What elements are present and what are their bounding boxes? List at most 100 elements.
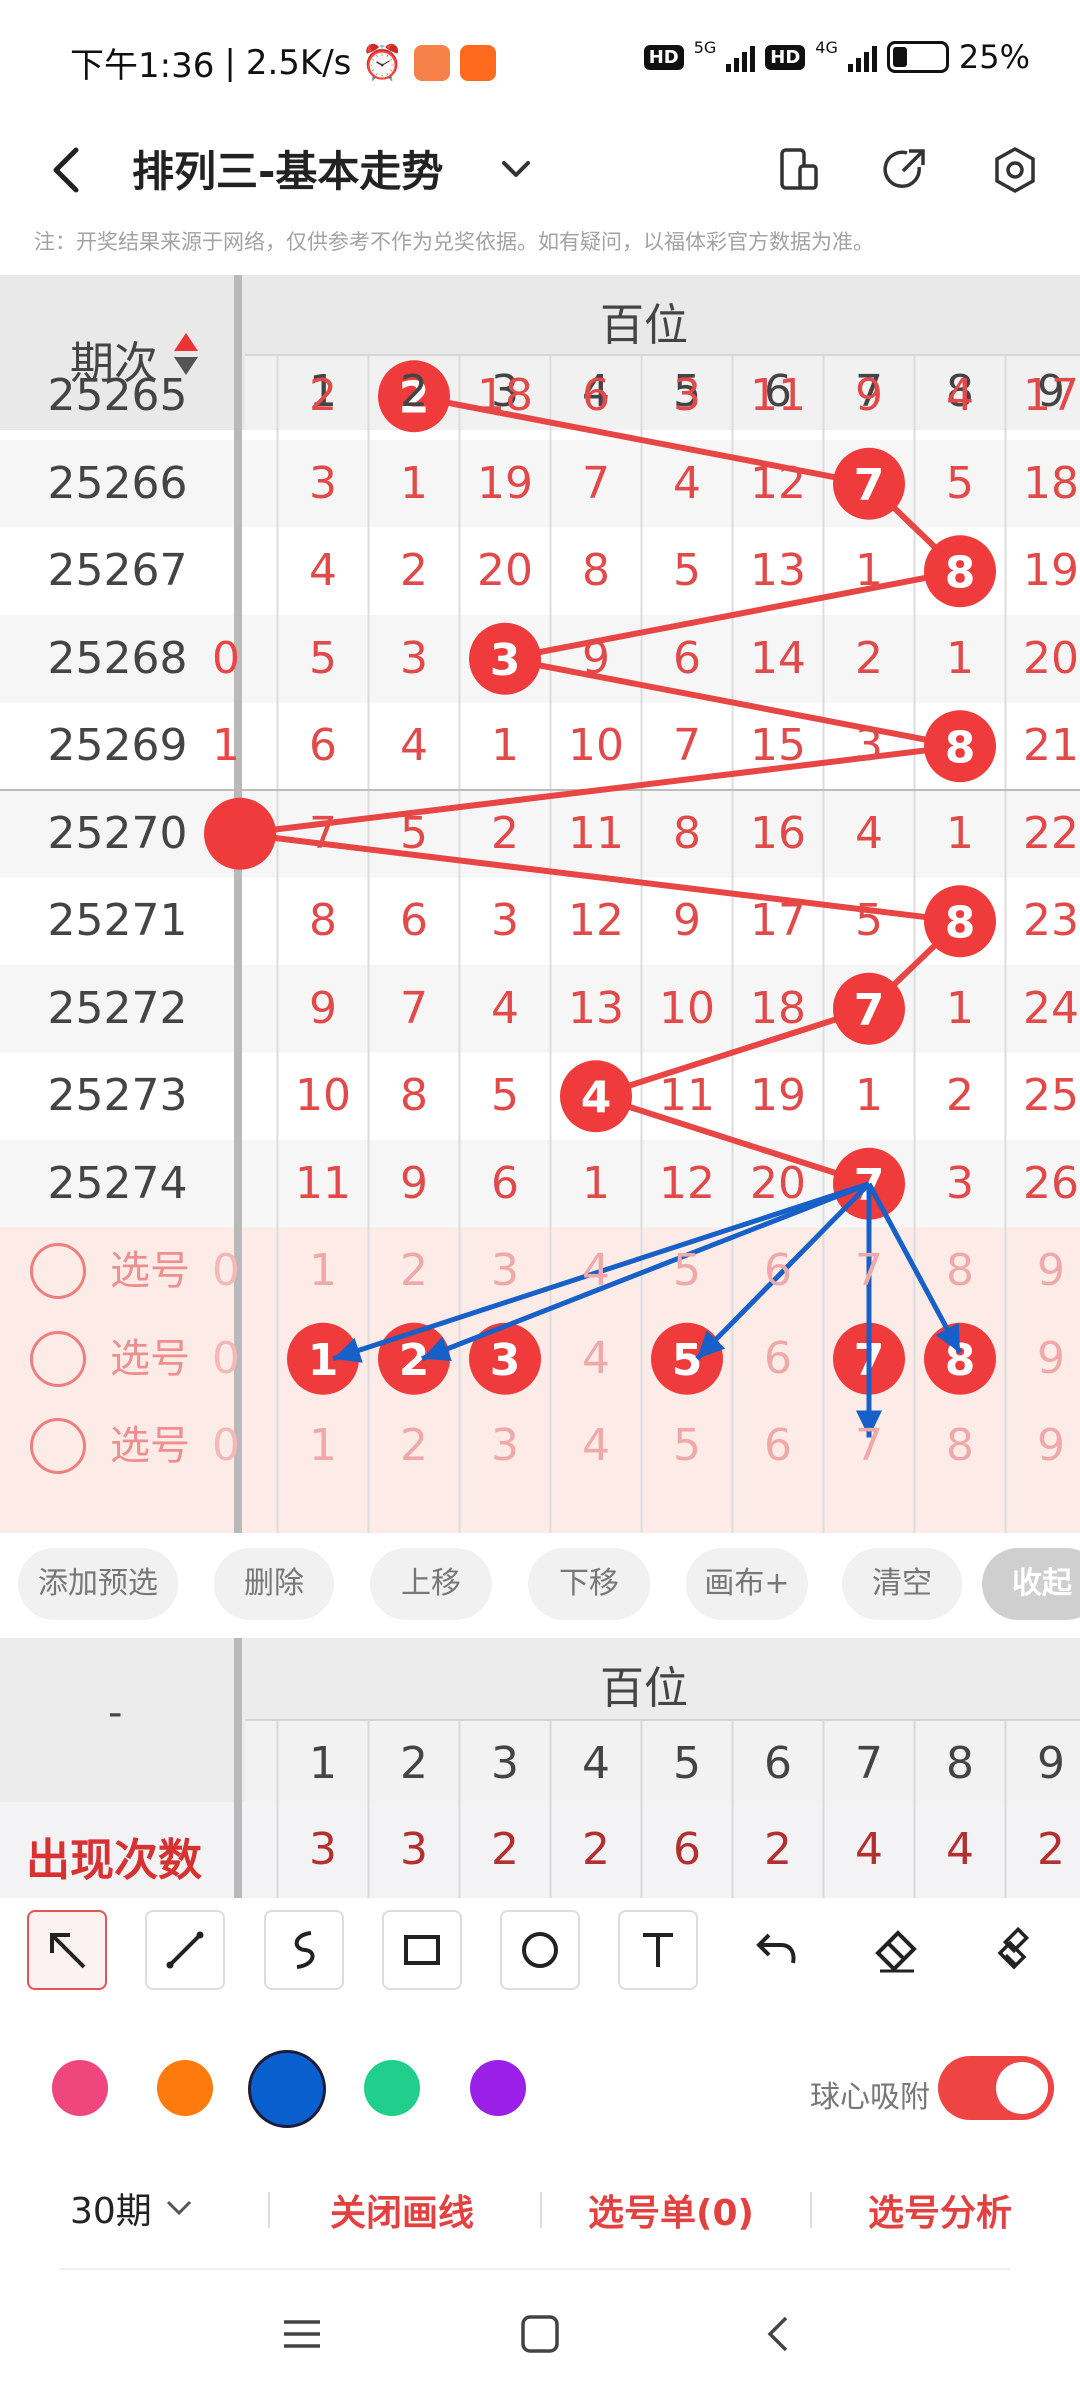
pick-cell[interactable]: 8 <box>915 1249 1005 1293</box>
add-preselect-button[interactable]: 添加预选 <box>18 1548 178 1620</box>
pick-cell[interactable]: 7 <box>824 1249 914 1293</box>
circle-tool-icon[interactable] <box>500 1910 580 1990</box>
pick-row-radio[interactable] <box>30 1418 86 1475</box>
miss-count-cell: 2 <box>309 370 337 422</box>
left-overflow-value: 0 <box>212 632 240 684</box>
miss-count-cell: 20 <box>750 1157 806 1209</box>
pick-cell[interactable]: 2 <box>369 1424 459 1468</box>
stats-column-header-4: 4 <box>582 1738 610 1789</box>
miss-count-cell: 5 <box>946 457 974 509</box>
miss-count-cell: 1 <box>855 1070 883 1122</box>
miss-count-cell: 13 <box>750 545 806 597</box>
divider <box>810 2192 812 2228</box>
pick-cell[interactable]: 1 <box>278 1424 368 1468</box>
stats-column-header-3: 3 <box>491 1738 519 1789</box>
undo-icon[interactable] <box>736 1910 816 1990</box>
hd-badge: HD <box>643 44 684 70</box>
pick-cell[interactable]: 7 <box>824 1424 914 1468</box>
miss-count-cell: 19 <box>1023 545 1079 597</box>
rectangle-tool-icon[interactable] <box>382 1910 462 1990</box>
miss-count-cell: 1 <box>946 807 974 859</box>
miss-count-cell: 17 <box>750 895 806 947</box>
status-bar: 下午1:36 | 2.5K/s ⏰ HD 5G HD 4G 25% <box>0 0 1080 110</box>
pick-cell[interactable]: 4 <box>551 1336 641 1381</box>
pick-row-radio[interactable] <box>30 1330 86 1387</box>
pick-cell[interactable]: 4 <box>551 1249 641 1293</box>
miss-count-cell: 6 <box>491 1157 519 1209</box>
line-tool-icon[interactable] <box>145 1910 225 1990</box>
stats-column-header-7: 7 <box>855 1738 883 1789</box>
pick-cell[interactable]: 5 <box>642 1424 732 1468</box>
pick-list-button[interactable]: 选号单(0) <box>588 2184 754 2236</box>
pick-cell[interactable]: 1 <box>278 1249 368 1293</box>
home-icon[interactable] <box>518 2312 562 2360</box>
period-label: 25265 <box>47 370 188 422</box>
miss-count-cell: 3 <box>309 457 337 509</box>
pick-cell[interactable]: 9 <box>1006 1249 1080 1293</box>
miss-count-cell: 5 <box>491 1070 519 1122</box>
color-swatch-orange[interactable] <box>157 2060 213 2116</box>
stats-column-header-9: 9 <box>1037 1738 1065 1789</box>
eraser-icon[interactable] <box>855 1910 935 1990</box>
move-down-button[interactable]: 下移 <box>528 1548 650 1620</box>
pick-cell[interactable]: 3 <box>460 1249 550 1293</box>
miss-count-cell: 21 <box>1023 720 1079 772</box>
pick-row-label[interactable]: 选号 <box>110 1424 190 1468</box>
color-swatch-purple[interactable] <box>470 2060 526 2116</box>
back-icon[interactable] <box>46 142 86 198</box>
period-selector[interactable]: 30期 <box>70 2182 194 2234</box>
page-title[interactable]: 排列三-基本走势 <box>132 132 443 212</box>
color-swatch-pink[interactable] <box>52 2060 108 2116</box>
pick-analysis-button[interactable]: 选号分析 <box>868 2184 1012 2236</box>
pick-cell[interactable]: 5 <box>642 1249 732 1293</box>
miss-count-cell: 1 <box>400 457 428 509</box>
pick-cell[interactable]: 9 <box>1006 1424 1080 1468</box>
miss-count-cell: 10 <box>568 720 624 772</box>
chevron-down-icon[interactable] <box>500 154 532 189</box>
app-notification-icon <box>413 44 450 81</box>
divider <box>268 2192 270 2228</box>
color-swatch-blue-selected[interactable] <box>248 2050 326 2128</box>
menu-icon[interactable] <box>280 2312 324 2360</box>
text-tool-icon[interactable] <box>618 1910 698 1990</box>
clear-button[interactable]: 清空 <box>842 1548 962 1620</box>
pick-cell[interactable]: 4 <box>551 1424 641 1468</box>
pick-cell[interactable]: 6 <box>733 1249 823 1293</box>
occurrence-count-cell: 2 <box>491 1824 519 1875</box>
pick-row-radio[interactable] <box>30 1243 86 1300</box>
miss-count-cell: 3 <box>673 370 701 422</box>
stats-column-header-6: 6 <box>764 1738 792 1789</box>
stats-corner: - <box>108 1690 123 1736</box>
share-icon[interactable] <box>874 140 934 200</box>
arrow-tool-icon[interactable] <box>27 1910 107 1990</box>
miss-count-cell: 1 <box>582 1157 610 1209</box>
canvas-add-button[interactable]: 画布+ <box>686 1548 808 1620</box>
close-drawing-button[interactable]: 关闭画线 <box>330 2184 474 2236</box>
pick-cell[interactable]: 8 <box>915 1424 1005 1468</box>
miss-count-cell: 11 <box>295 1157 351 1209</box>
pick-cell[interactable]: 2 <box>369 1249 459 1293</box>
pick-cell[interactable]: 9 <box>1006 1336 1080 1381</box>
color-swatch-green[interactable] <box>364 2060 420 2116</box>
pick-cell[interactable]: 6 <box>733 1424 823 1468</box>
curve-tool-icon[interactable] <box>264 1910 344 1990</box>
snap-toggle-knob <box>996 2062 1048 2114</box>
delete-button[interactable]: 删除 <box>214 1548 334 1620</box>
settings-icon[interactable] <box>985 140 1045 200</box>
device-switch-icon[interactable] <box>768 140 828 200</box>
back-nav-icon[interactable] <box>758 2312 802 2360</box>
snap-toggle[interactable] <box>938 2056 1054 2120</box>
miss-count-cell: 11 <box>568 807 624 859</box>
move-up-button[interactable]: 上移 <box>370 1548 492 1620</box>
pick-action-bar: 添加预选 删除 上移 下移 画布+ 清空 收起 <box>0 1530 1080 1640</box>
clear-canvas-icon[interactable] <box>975 1910 1055 1990</box>
signal-icon <box>726 42 756 72</box>
collapse-button[interactable]: 收起 <box>982 1548 1080 1620</box>
period-label: 25270 <box>47 807 188 859</box>
pick-row-label[interactable]: 选号 <box>110 1249 190 1293</box>
alarm-icon: ⏰ <box>361 42 404 83</box>
pick-cell[interactable]: 6 <box>733 1336 823 1381</box>
pick-row-label[interactable]: 选号 <box>110 1337 190 1381</box>
color-picker-bar: 球心吸附 <box>0 2016 1080 2140</box>
pick-cell[interactable]: 3 <box>460 1424 550 1468</box>
